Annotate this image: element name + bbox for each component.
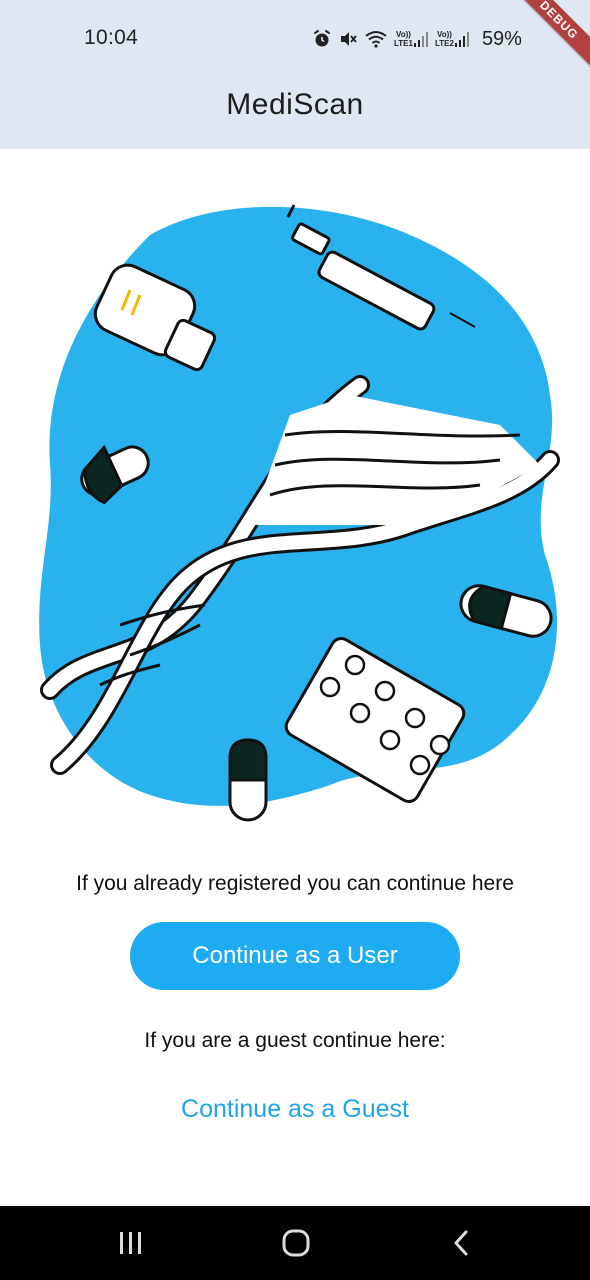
signal-icon [454, 32, 469, 47]
sim2-indicator: Vo)) LTE2 [435, 30, 470, 48]
continue-as-user-button[interactable]: Continue as a User [130, 922, 460, 990]
status-time: 10:04 [84, 26, 139, 49]
capsule-icon-3 [228, 738, 268, 822]
battery-percentage: 59% [481, 27, 522, 50]
sim2-label-top: Vo)) [436, 30, 452, 39]
mute-icon [338, 29, 358, 49]
status-bar: 10:04 Vo)) LTE1 Vo)) LTE2 59% DEBUG [0, 0, 590, 74]
sim1-indicator: Vo)) LTE1 [394, 30, 429, 48]
sim1-label-bottom: LTE1 [394, 39, 413, 48]
registered-prompt: If you already registered you can contin… [76, 872, 514, 895]
app-bar: MediScan [0, 74, 590, 149]
status-icons: Vo)) LTE1 Vo)) LTE2 59% [312, 24, 522, 54]
recent-apps-icon[interactable] [86, 1206, 176, 1280]
guest-prompt: If you are a guest continue here: [144, 1029, 446, 1052]
app-title: MediScan [226, 88, 364, 121]
back-icon[interactable] [416, 1206, 506, 1280]
continue-as-guest-link[interactable]: Continue as a Guest [0, 1095, 590, 1124]
navigation-bar [0, 1206, 590, 1280]
wifi-icon [364, 29, 388, 49]
alarm-icon [312, 29, 332, 49]
sim2-label-bottom: LTE2 [434, 39, 454, 48]
medical-dna-illustration-icon [30, 195, 570, 835]
sim1-label-top: Vo)) [396, 30, 411, 39]
signal-icon [413, 32, 428, 47]
home-icon[interactable] [251, 1206, 341, 1280]
